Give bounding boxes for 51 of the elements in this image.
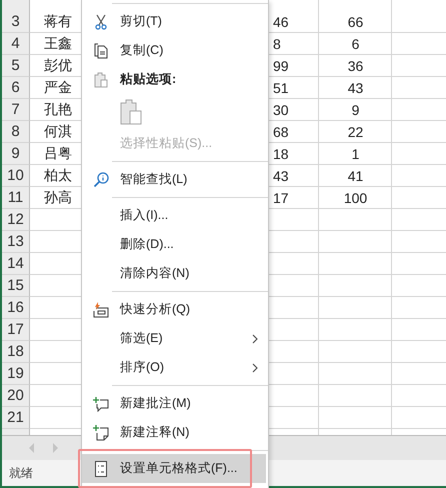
menu-item[interactable]: 清除内容(N) [82, 259, 266, 288]
menu-item[interactable]: 新建批注(M) [82, 389, 266, 418]
scroll-left-icon[interactable] [29, 443, 35, 453]
menu-item[interactable]: 设置单元格格式(F)... [82, 454, 266, 483]
table-cell-text: 41 [346, 167, 364, 186]
table-cell-text: 何淇 [43, 122, 73, 141]
menu-heading: 粘贴选项: [120, 71, 176, 88]
menu-item[interactable]: 新建注释(N) [82, 418, 266, 447]
table-cell-text: 68 [272, 123, 290, 142]
table-cell-text: 99 [272, 57, 290, 76]
menu-item[interactable]: 排序(O) [82, 353, 266, 382]
table-cell-text: 66 [346, 13, 364, 32]
table-cell-text: 孔艳 [43, 100, 73, 119]
search-icon [93, 172, 109, 188]
table-cell-text: 孙高 [43, 188, 73, 207]
table-cell-text: 46 [272, 13, 290, 32]
table-cell-text: 6 [350, 35, 360, 54]
menu-item[interactable]: 复制(C) [82, 36, 266, 65]
menu-item[interactable]: 智能查找(L) [82, 165, 266, 194]
table-cell-text: 30 [272, 101, 290, 120]
table-cell-text: 1 [350, 145, 360, 164]
table-cell-text: 43 [272, 167, 290, 186]
table-cell-text: 8 [272, 35, 282, 54]
table-cell-text: 18 [272, 145, 290, 164]
menu-item[interactable]: 剪切(T) [82, 7, 266, 36]
table-cell-text: 17 [272, 189, 290, 208]
table-cell-text: 吕粤 [43, 144, 73, 163]
clipboard-icon [94, 72, 108, 88]
scissors-icon [95, 14, 107, 30]
new-comment-icon [93, 396, 109, 412]
format-cells-icon [95, 460, 107, 476]
table-cell-text: 43 [346, 79, 364, 98]
table-cell-text: 22 [346, 123, 364, 142]
scroll-right-icon[interactable] [53, 443, 59, 453]
menu-item[interactable]: 快速分析(Q) [82, 295, 266, 324]
status-text: 就绪 [9, 464, 33, 482]
table-cell-text: 51 [272, 79, 290, 98]
quick-analysis-icon [93, 302, 109, 318]
new-note-icon [93, 424, 109, 440]
menu-item[interactable]: 删除(D)... [82, 230, 266, 259]
menu-item[interactable]: 插入(I)... [82, 201, 266, 230]
table-cell-text: 蒋有 [43, 12, 73, 31]
table-cell-text: 100 [342, 189, 368, 208]
table-cell-text: 9 [350, 101, 360, 120]
menu-item[interactable]: 筛选(E) [82, 324, 266, 353]
table-cell-text: 36 [346, 57, 364, 76]
table-cell-text: 彭优 [43, 56, 73, 75]
table-cell-text: 严金 [43, 78, 73, 97]
table-cell-text: 王鑫 [43, 34, 73, 53]
table-cell-text: 柏太 [43, 166, 73, 185]
copy-icon [94, 42, 108, 58]
